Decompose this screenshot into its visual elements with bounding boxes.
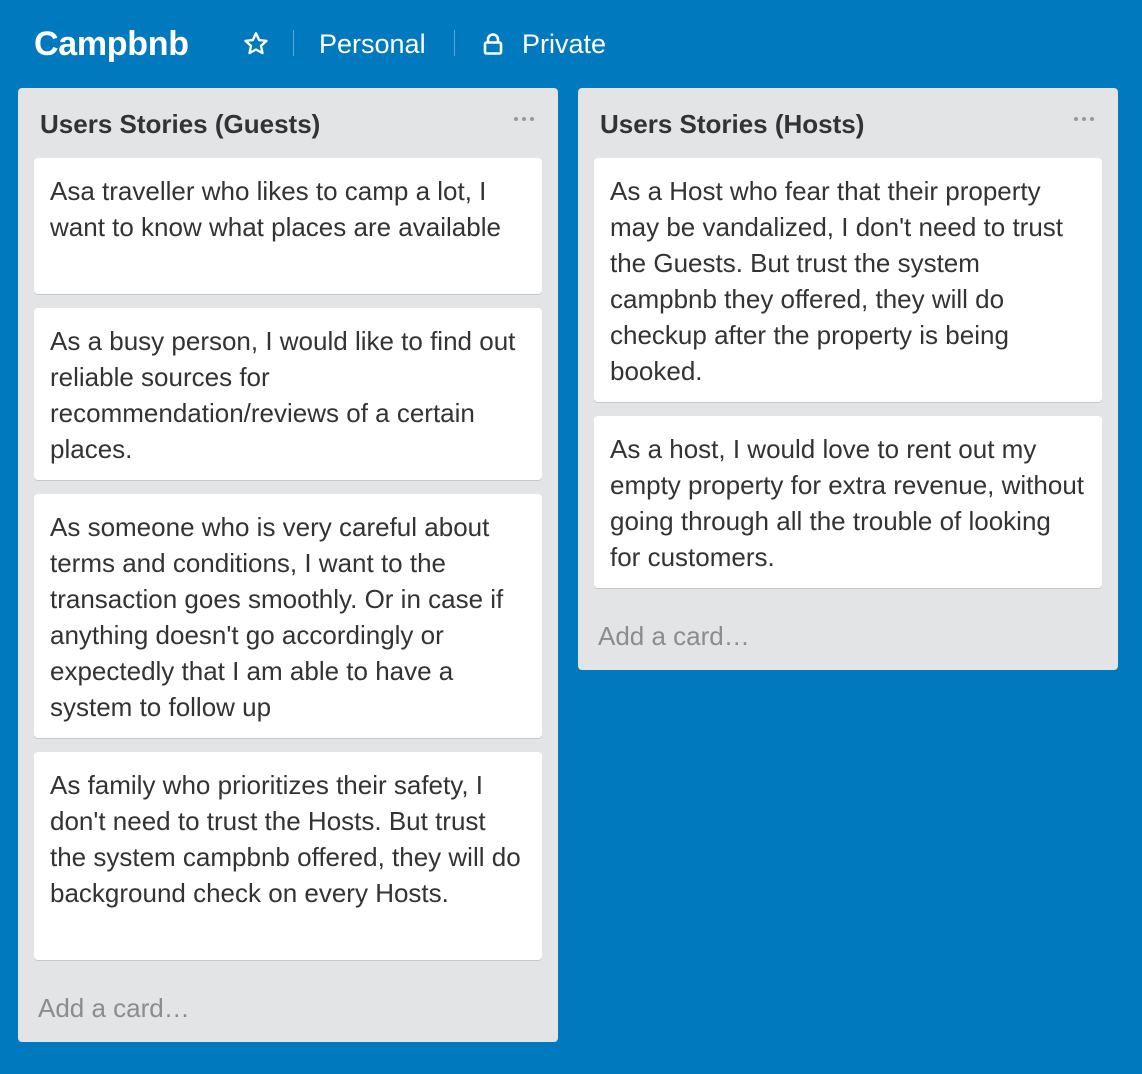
star-icon[interactable] [242,30,270,58]
list-guests: Users Stories (Guests) Asa traveller who… [18,88,558,1042]
card[interactable]: As family who prioritizes their safety, … [34,752,542,960]
card[interactable]: As someone who is very careful about ter… [34,494,542,738]
card-text: As a host, I would love to rent out my e… [610,434,1085,572]
list-title[interactable]: Users Stories (Guests) [40,106,320,142]
board-header: Campbnb Personal Private [0,0,1142,88]
lock-icon[interactable] [482,32,504,56]
team-button[interactable]: Personal [319,26,426,62]
board-title[interactable]: Campbnb [34,22,189,66]
card-text: Asa traveller who likes to camp a lot, I… [50,176,501,242]
list-title[interactable]: Users Stories (Hosts) [600,106,864,142]
card[interactable]: As a Host who fear that their property m… [594,158,1102,402]
card[interactable]: As a host, I would love to rent out my e… [594,416,1102,588]
add-card-button[interactable]: Add a card… [598,618,750,654]
card-text: As a busy person, I would like to find o… [50,326,516,464]
card[interactable]: As a busy person, I would like to find o… [34,308,542,480]
list-header: Users Stories (Guests) [18,88,558,158]
list-hosts: Users Stories (Hosts) As a Host who fear… [578,88,1118,670]
add-card-button[interactable]: Add a card… [38,990,190,1026]
header-divider [454,30,455,56]
card-text: As someone who is very careful about ter… [50,512,504,722]
ellipsis-icon[interactable] [512,112,536,126]
visibility-button[interactable]: Private [522,26,606,62]
header-divider [293,30,294,56]
list-header: Users Stories (Hosts) [578,88,1118,158]
card[interactable]: Asa traveller who likes to camp a lot, I… [34,158,542,294]
card-text: As a Host who fear that their property m… [610,176,1064,386]
ellipsis-icon[interactable] [1072,112,1096,126]
card-text: As family who prioritizes their safety, … [50,770,521,908]
